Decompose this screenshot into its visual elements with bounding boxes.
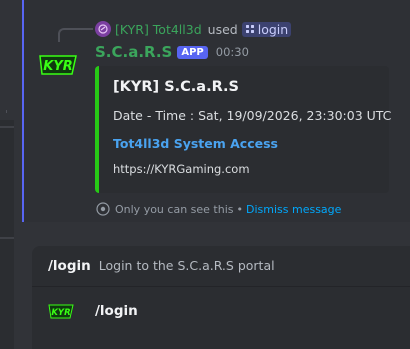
autocomplete-divider bbox=[32, 286, 410, 287]
reply-user-avatar[interactable] bbox=[95, 21, 111, 37]
reply-context[interactable]: [KYR] Tot4ll3d used login bbox=[95, 20, 292, 38]
channel-sidebar-edge bbox=[0, 0, 14, 349]
reply-username[interactable]: [KYR] Tot4ll3d bbox=[115, 22, 202, 37]
embed-title: [KYR] S.C.a.R.S bbox=[113, 79, 239, 95]
message-highlight-bar bbox=[22, 0, 24, 222]
embed-description: Date - Time : Sat, 19/09/2026, 23:30:03 … bbox=[113, 108, 392, 123]
embed-link[interactable]: Tot4ll3d System Access bbox=[113, 136, 278, 151]
command-autocomplete-popup: /login Login to the S.C.a.R.S portal KYR… bbox=[32, 246, 410, 349]
sidebar-fragment bbox=[0, 0, 14, 120]
slash-command-name: login bbox=[257, 21, 289, 37]
dismiss-message-link[interactable]: Dismiss message bbox=[246, 203, 341, 216]
embed-url-text: https://KYRGaming.com bbox=[113, 162, 250, 176]
ephemeral-separator: • bbox=[236, 202, 244, 216]
autocomplete-command: /login bbox=[48, 258, 91, 274]
bot-avatar-kyr-logo[interactable]: KYR bbox=[38, 52, 78, 78]
autocomplete-description: Login to the S.C.a.R.S portal bbox=[98, 258, 275, 273]
autocomplete-header: /login Login to the S.C.a.R.S portal bbox=[48, 258, 275, 274]
slash-command-mention[interactable]: login bbox=[241, 21, 292, 37]
message-embed: [KYR] S.C.a.R.S Date - Time : Sat, 19/09… bbox=[95, 66, 392, 193]
kyr-logo-icon: KYR bbox=[48, 304, 74, 319]
message-timestamp[interactable]: 00:30 bbox=[216, 45, 249, 59]
ephemeral-text: Only you can see this bbox=[115, 202, 234, 216]
author-name[interactable]: S.C.a.R.S bbox=[95, 43, 172, 61]
sidebar-divider bbox=[6, 110, 7, 113]
sidebar-divider bbox=[0, 126, 14, 128]
svg-text:KYR: KYR bbox=[51, 308, 70, 318]
user-avatar-icon bbox=[98, 24, 108, 34]
reply-spine bbox=[58, 28, 93, 42]
sidebar-divider bbox=[0, 237, 14, 239]
app-badge: APP bbox=[177, 45, 208, 59]
eye-icon bbox=[96, 202, 110, 216]
message-header: S.C.a.R.S APP 00:30 bbox=[95, 43, 249, 61]
autocomplete-option-label: /login bbox=[95, 303, 138, 319]
ephemeral-notice: Only you can see this • Dismiss message bbox=[96, 202, 341, 216]
autocomplete-option[interactable]: KYR /login bbox=[32, 290, 410, 336]
svg-text:KYR: KYR bbox=[43, 59, 73, 74]
command-icon bbox=[245, 25, 254, 33]
reply-used-text: used bbox=[207, 21, 238, 37]
